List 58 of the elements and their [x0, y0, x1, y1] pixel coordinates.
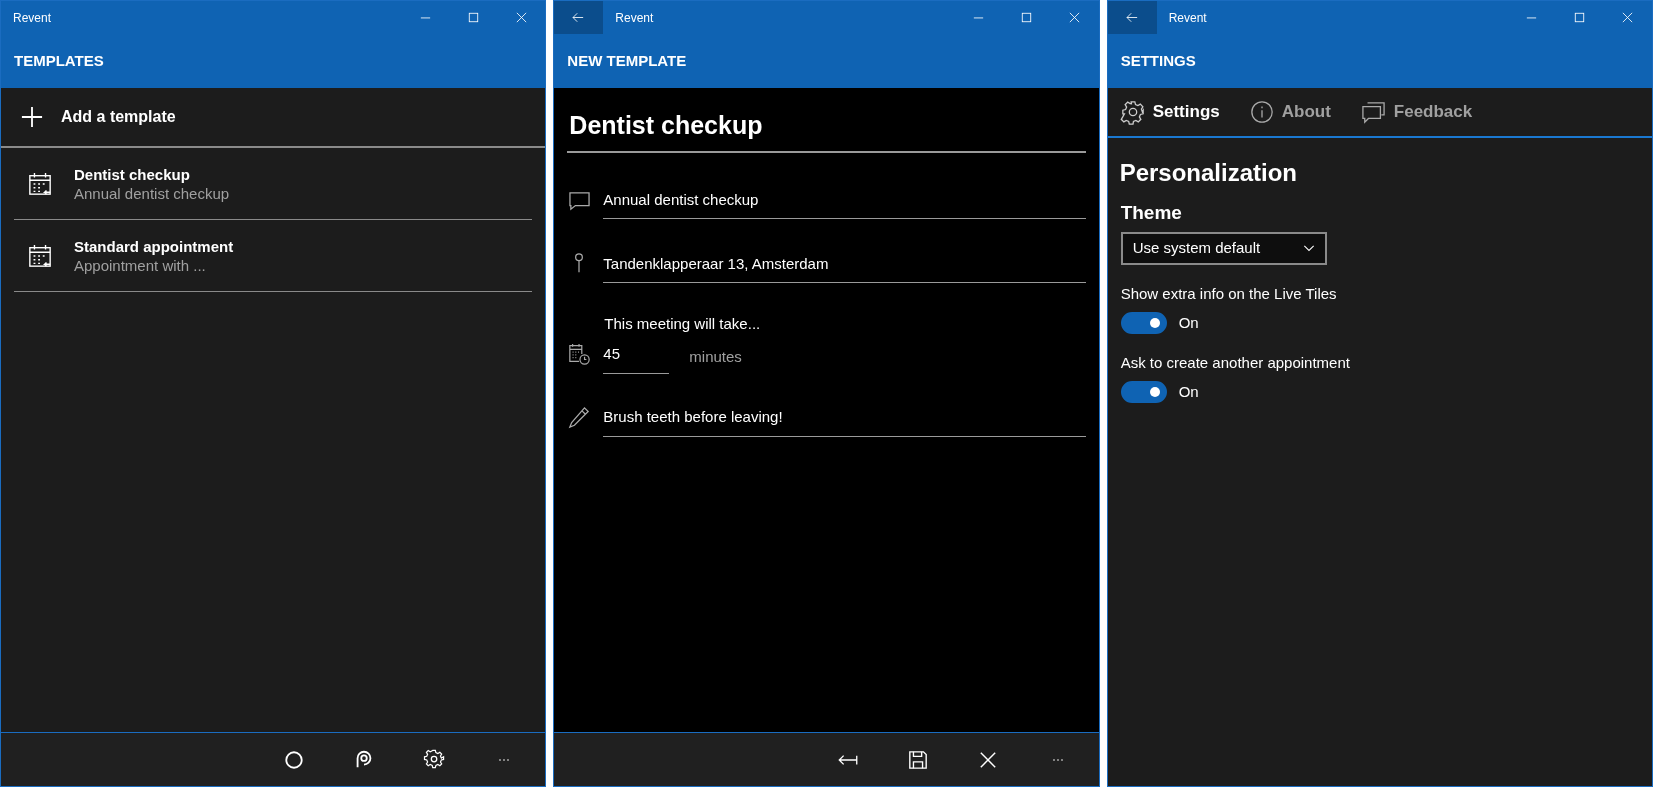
settings-icon: [423, 749, 445, 770]
toggle-switch[interactable]: [1120, 311, 1167, 334]
calendar-icon: [28, 171, 52, 196]
page-title: TEMPLATES: [14, 50, 104, 71]
maximize-icon: [1021, 12, 1033, 23]
back-arrow-icon: [572, 12, 586, 23]
chevron-icon: [1302, 245, 1315, 252]
toggle-switch[interactable]: [1120, 380, 1167, 403]
input-field[interactable]: Brush teeth before leaving!: [603, 406, 1086, 437]
template-subtitle: Annual dentist checkup: [74, 183, 230, 203]
template-item[interactable]: Standard appointment Appointment with ...: [14, 220, 533, 292]
circle-icon: [284, 749, 305, 770]
back-arrow-icon: [1125, 12, 1139, 23]
template-title: Dentist checkup: [74, 164, 191, 184]
toggle-state: On: [1178, 312, 1199, 333]
pencil-icon: [568, 405, 591, 429]
add-template-button[interactable]: Add a template: [1, 88, 546, 148]
info-icon: [1249, 100, 1274, 124]
name-field[interactable]: Dentist checkup: [567, 106, 1086, 153]
page-title: SETTINGS: [1120, 50, 1196, 71]
maximize-icon: [1574, 12, 1586, 23]
arrow-to-line-icon: [836, 752, 859, 767]
chat-icon: [1360, 100, 1386, 124]
toggle-label: Show extra info on the Live Tiles: [1120, 284, 1338, 304]
toggle-label: Ask to create another appointment: [1120, 353, 1351, 373]
back-button[interactable]: [1107, 1, 1157, 34]
duration-label: This meeting will take...: [604, 314, 762, 334]
pin-icon: [574, 251, 585, 275]
template-item[interactable]: Dentist checkup Annual dentist checkup: [14, 148, 533, 220]
window-title: Revent: [615, 9, 654, 27]
calendar-clock-icon: [567, 341, 591, 366]
back-button[interactable]: [554, 1, 604, 34]
close-icon: [515, 12, 527, 23]
section-title: Personalization: [1119, 158, 1299, 188]
toggle-state: On: [1178, 381, 1199, 402]
plus-icon: [21, 106, 43, 128]
input-field[interactable]: Tandenklapperaar 13, Amsterdam: [603, 252, 1086, 283]
theme-label: Theme: [1120, 201, 1183, 225]
window-title: Revent: [13, 9, 52, 27]
comment-icon: [567, 191, 591, 211]
maximize-icon: [467, 12, 479, 23]
close-icon: [1622, 12, 1634, 23]
settings-icon: [1120, 100, 1145, 124]
input-field[interactable]: Annual dentist checkup: [603, 188, 1086, 219]
duration-field[interactable]: 45: [603, 343, 670, 374]
close-icon: [1069, 12, 1081, 23]
page-title: NEW TEMPLATE: [567, 50, 687, 71]
unit-label: minutes: [689, 347, 742, 367]
tab[interactable]: Settings: [1120, 99, 1220, 125]
close-icon: [978, 750, 997, 769]
calendar-icon: [28, 243, 52, 268]
tab[interactable]: Feedback: [1360, 99, 1473, 125]
theme-dropdown[interactable]: Use system default: [1120, 232, 1327, 265]
template-subtitle: Appointment with ...: [74, 255, 207, 275]
tab[interactable]: About: [1249, 99, 1331, 125]
window-title: Revent: [1168, 9, 1207, 27]
save-icon: [907, 749, 928, 770]
template-title: Standard appointment: [74, 236, 234, 256]
